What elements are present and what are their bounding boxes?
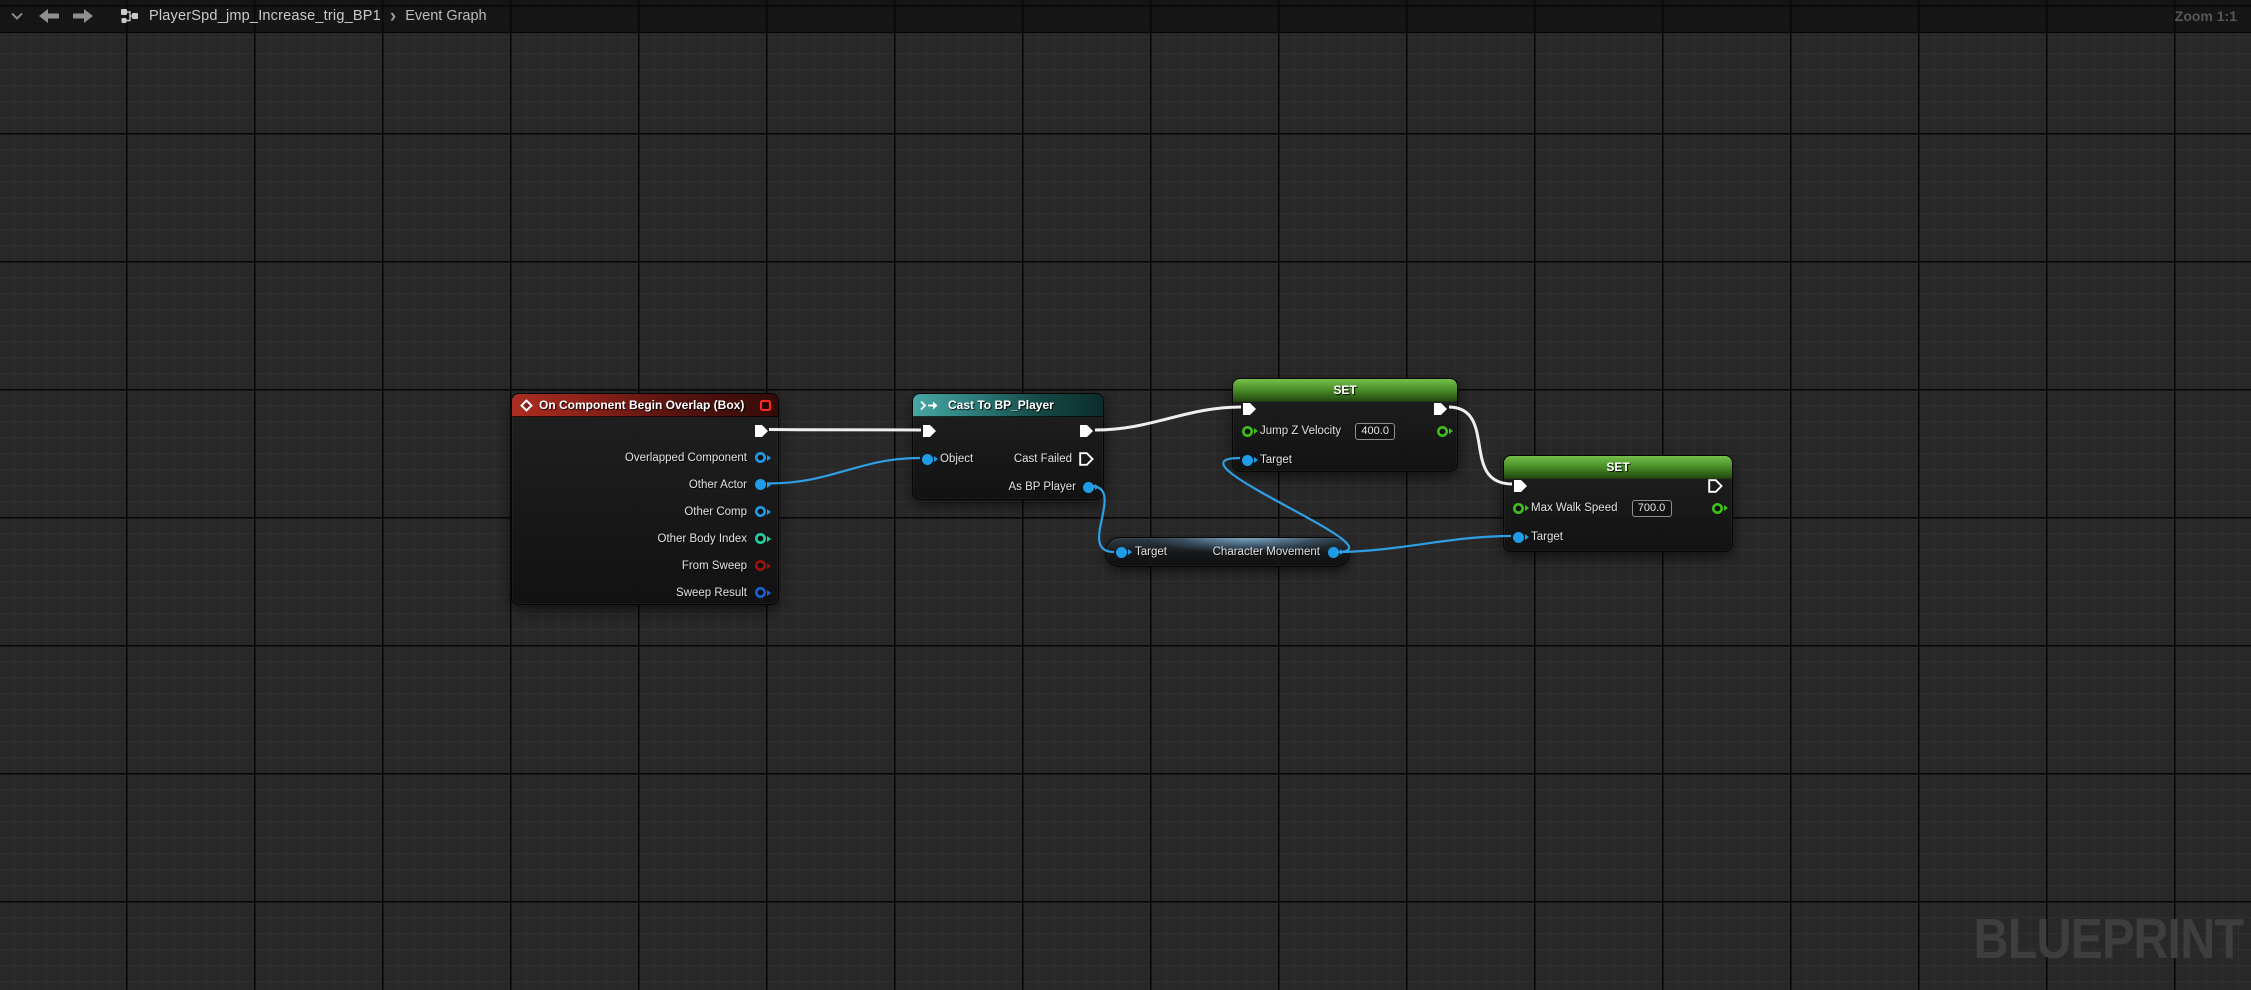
pin-label: Sweep Result (676, 587, 747, 599)
node-header[interactable]: SET (1504, 456, 1732, 479)
pin-label: Cast Failed (1014, 453, 1072, 465)
breadcrumb-separator-icon: › (390, 7, 396, 26)
pin-other-body-index[interactable] (755, 533, 766, 544)
node-cast-to-bp-player[interactable]: Cast To BP_Player Object Cast Failed (912, 393, 1104, 500)
graph-canvas[interactable]: On Component Begin Overlap (Box) Overlap… (0, 0, 2251, 990)
node-title: Cast To BP_Player (948, 398, 1054, 412)
pin-label: Target (1135, 546, 1167, 558)
arrow-left-icon (38, 8, 60, 24)
pin-output-value[interactable] (1712, 503, 1723, 514)
exec-in-pin[interactable] (922, 424, 937, 438)
pin-label: Object (940, 453, 973, 465)
wire-exec-cast-to-setjump[interactable] (1095, 407, 1241, 430)
pin-label: Other Actor (689, 479, 747, 491)
pin-row (512, 417, 778, 444)
pin-sweep-result[interactable] (755, 587, 766, 598)
wire-otheractor-to-object[interactable] (767, 458, 920, 484)
pin-row: Overlapped Component (512, 444, 778, 471)
breadcrumb-blueprint-name[interactable]: PlayerSpd_jmp_Increase_trig_BP1 (149, 8, 381, 24)
arrow-right-icon (72, 8, 94, 24)
pin-from-sweep[interactable] (755, 560, 766, 571)
pin-row: Other Actor (512, 471, 778, 498)
exec-out-pin[interactable] (1708, 479, 1723, 493)
pin-object[interactable] (922, 454, 933, 465)
pin-label: Other Body Index (658, 533, 748, 545)
pin-max-walk-speed[interactable] (1513, 503, 1524, 514)
pin-label: As BP Player (1008, 481, 1076, 493)
zoom-level-label: Zoom 1:1 (2175, 8, 2241, 24)
node-header[interactable]: On Component Begin Overlap (Box) (512, 394, 778, 417)
pin-row: From Sweep (512, 552, 778, 579)
pin-row: Sweep Result (512, 579, 778, 606)
wire-exec-event-to-cast[interactable] (769, 430, 921, 431)
pin-jump-z-velocity[interactable] (1242, 426, 1253, 437)
node-title: On Component Begin Overlap (Box) (539, 398, 744, 412)
pin-row (913, 417, 1103, 445)
max-walk-speed-input[interactable]: 700.0 (1632, 500, 1672, 517)
wire-charmove-to-setwalk-target[interactable] (1336, 536, 1511, 552)
node-header[interactable]: Cast To BP_Player (913, 394, 1103, 417)
exec-out-pin[interactable] (1433, 402, 1448, 416)
pin-label: Jump Z Velocity (1260, 425, 1341, 437)
node-set-jump-z-velocity[interactable]: SET Jump Z Velocity 400.0 Target (1232, 378, 1458, 472)
pin-label: Max Walk Speed (1531, 502, 1618, 514)
node-header[interactable]: SET (1233, 379, 1457, 402)
pin-row: Other Comp (512, 498, 778, 525)
chevron-down-icon (10, 12, 24, 21)
exec-in-pin[interactable] (1242, 402, 1257, 416)
pin-row (1233, 401, 1457, 416)
pin-other-actor[interactable] (755, 479, 766, 490)
blueprint-watermark: BLUEPRINT (1973, 911, 2243, 968)
pin-row: Object Cast Failed (913, 445, 1103, 473)
toolbar-collapse-button[interactable] (10, 12, 24, 21)
pin-target[interactable] (1513, 532, 1524, 543)
pin-row: Jump Z Velocity 400.0 (1233, 416, 1457, 446)
pin-row: Target (1233, 446, 1457, 474)
blueprint-graph-icon (120, 8, 139, 25)
pin-target[interactable] (1116, 547, 1127, 558)
graph-toolbar: PlayerSpd_jmp_Increase_trig_BP1 › Event … (0, 0, 2251, 33)
node-title: SET (1606, 460, 1629, 474)
exec-in-pin[interactable] (1513, 479, 1528, 493)
cast-failed-exec-pin[interactable] (1079, 452, 1094, 466)
pin-row: Target (1504, 523, 1732, 551)
pin-overlapped-component[interactable] (755, 452, 766, 463)
pin-row (1504, 478, 1732, 493)
pin-label: Target (1531, 531, 1563, 543)
pin-label: Character Movement (1213, 546, 1320, 558)
pin-row: As BP Player (913, 473, 1103, 501)
node-set-max-walk-speed[interactable]: SET Max Walk Speed 700.0 Target (1503, 455, 1733, 552)
pin-label: Other Comp (684, 506, 747, 518)
nav-forward-button[interactable] (72, 8, 94, 24)
wire-layer (0, 0, 2251, 990)
node-title: SET (1333, 383, 1356, 397)
node-character-movement[interactable]: Target Character Movement (1105, 537, 1350, 567)
pin-label: Target (1260, 454, 1292, 466)
exec-out-pin[interactable] (1079, 424, 1094, 438)
pin-target[interactable] (1242, 455, 1253, 466)
pin-label: From Sweep (682, 560, 747, 572)
nav-back-button[interactable] (38, 8, 60, 24)
jump-z-velocity-input[interactable]: 400.0 (1355, 423, 1395, 440)
exec-out-pin[interactable] (754, 424, 769, 438)
pin-row: Other Body Index (512, 525, 778, 552)
node-on-component-begin-overlap[interactable]: On Component Begin Overlap (Box) Overlap… (511, 393, 779, 605)
pin-label: Overlapped Component (625, 452, 747, 464)
pin-row: Max Walk Speed 700.0 (1504, 493, 1732, 523)
delegate-pin[interactable] (760, 400, 771, 411)
pin-other-comp[interactable] (755, 506, 766, 517)
pin-output-value[interactable] (1437, 426, 1448, 437)
event-icon (520, 399, 533, 412)
breadcrumb-graph-name[interactable]: Event Graph (405, 8, 486, 24)
cast-icon (920, 400, 942, 411)
